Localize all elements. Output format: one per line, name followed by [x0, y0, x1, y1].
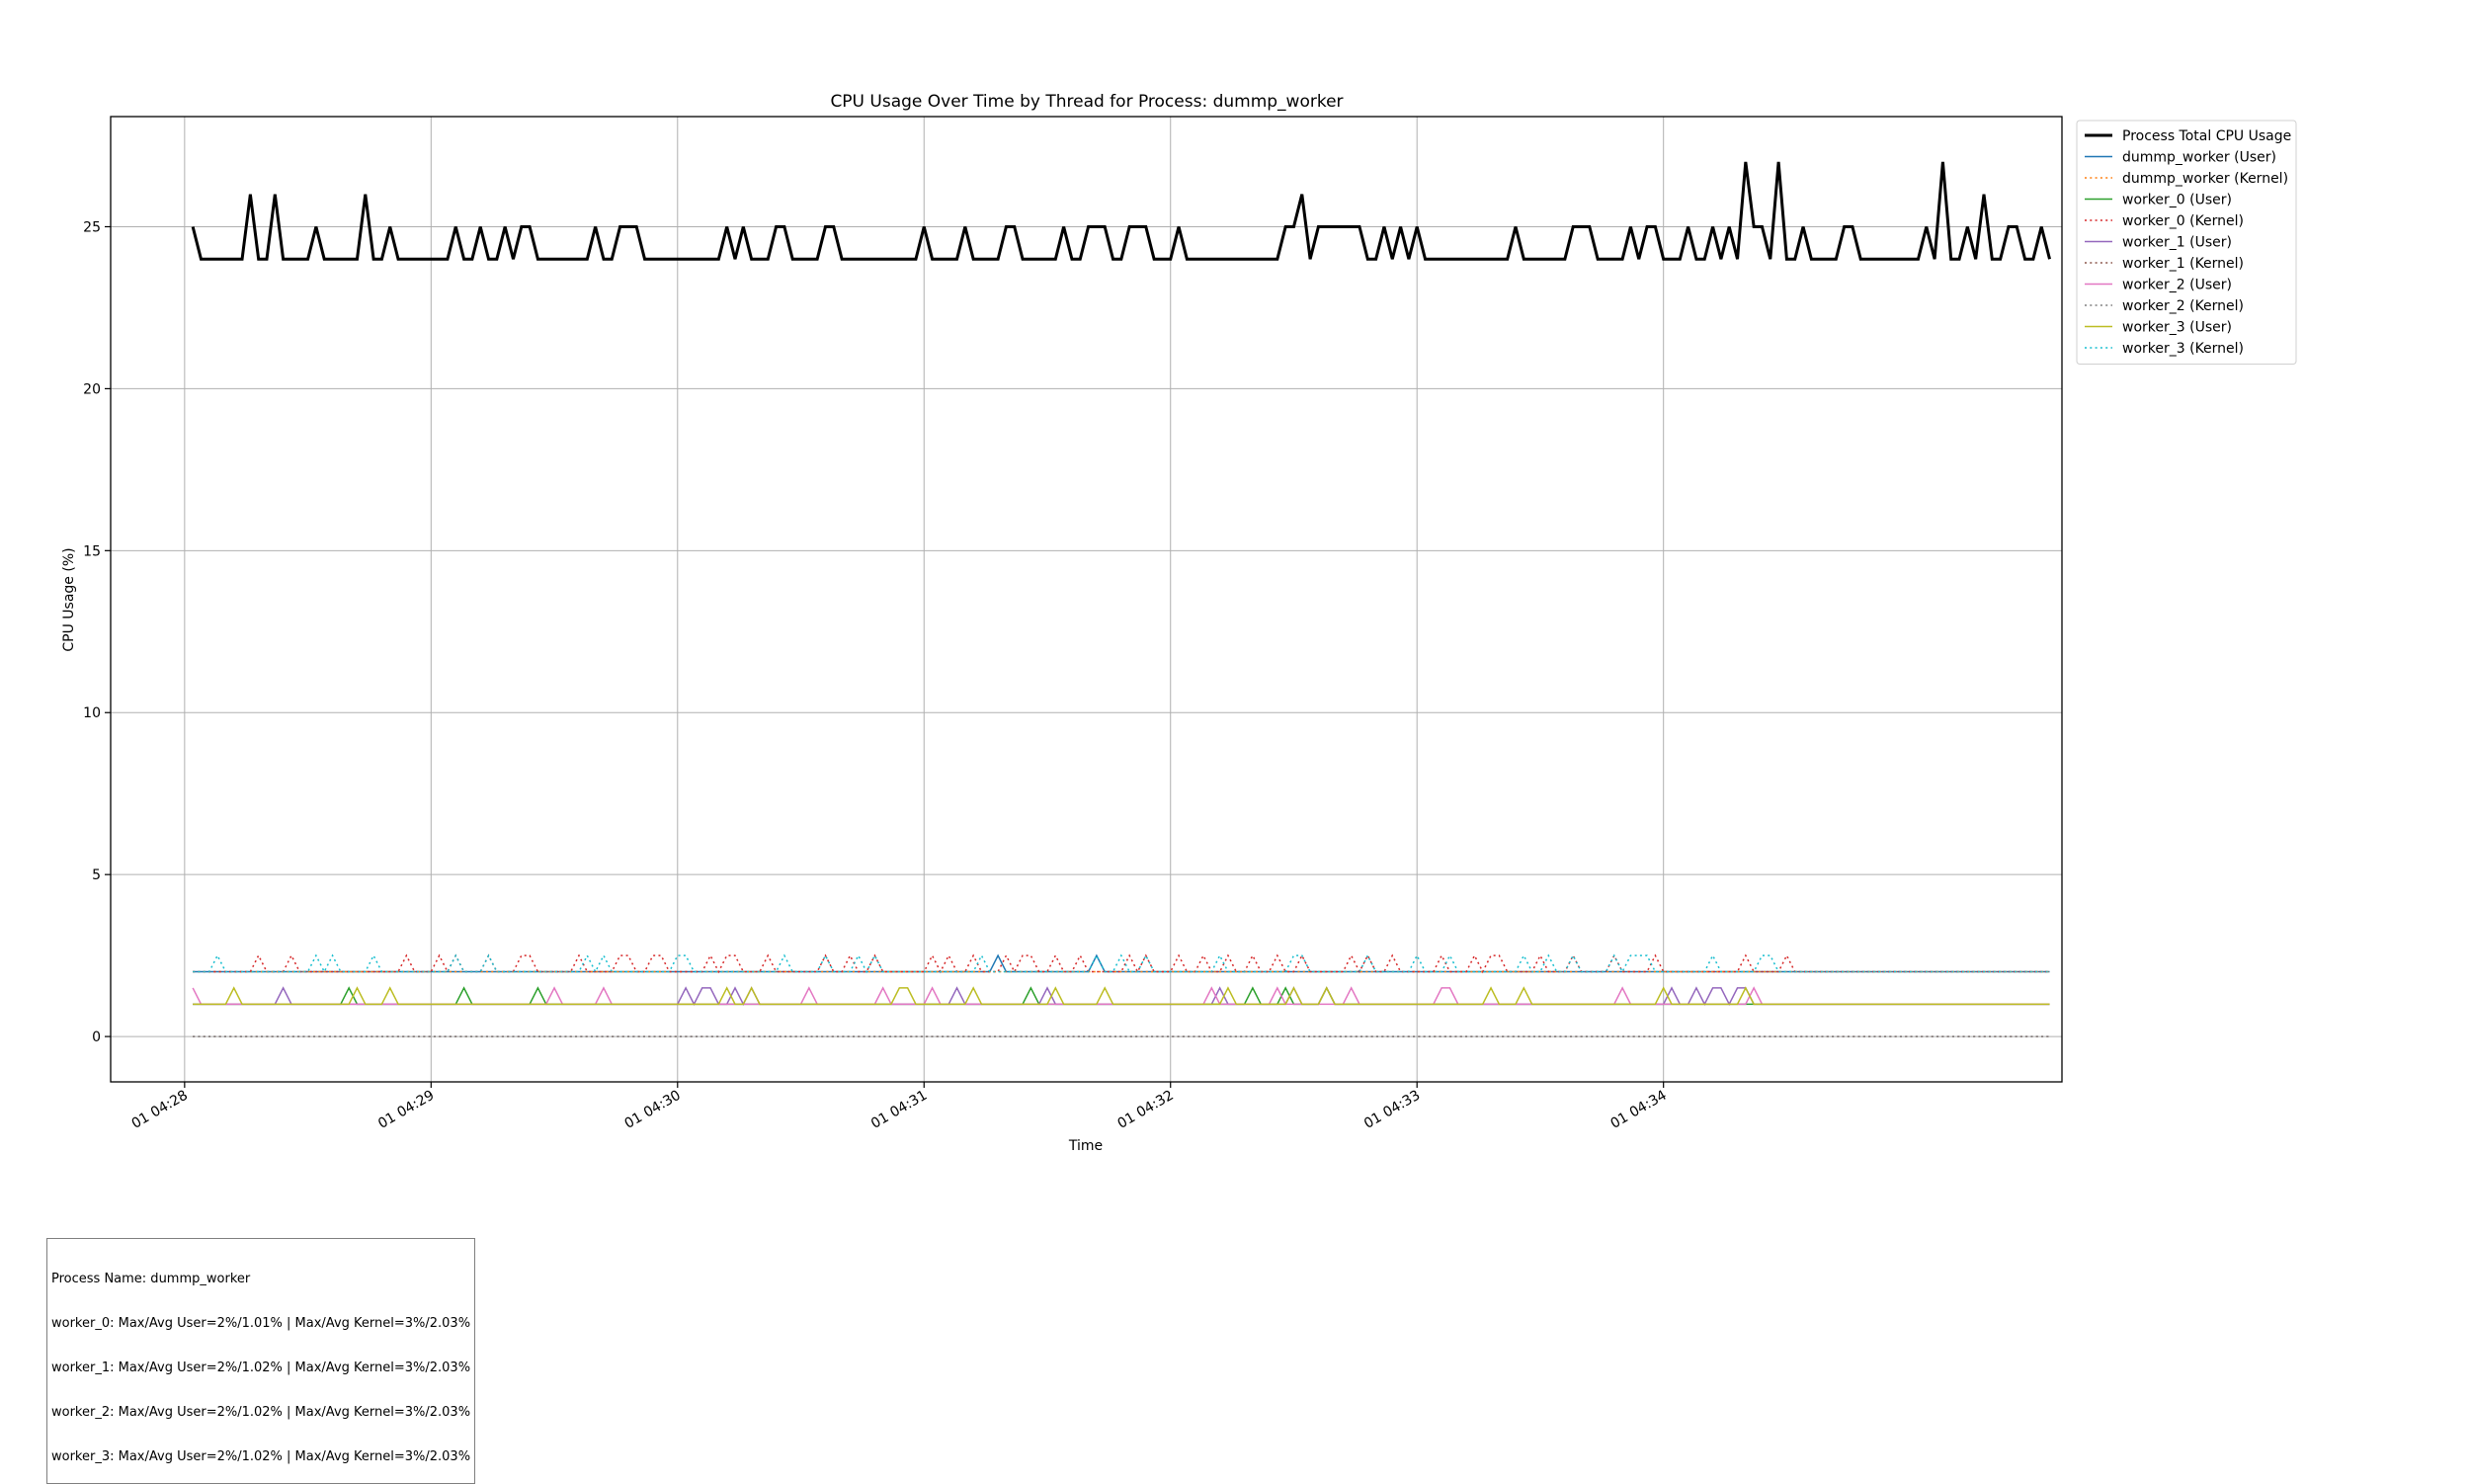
legend-label: worker_1 (User) — [2122, 235, 2232, 251]
legend-label: worker_0 (User) — [2122, 193, 2232, 208]
legend-label: worker_1 (Kernel) — [2122, 256, 2244, 272]
y-tick-label: 10 — [83, 705, 101, 721]
legend-label: worker_3 (Kernel) — [2122, 341, 2244, 357]
legend-label: worker_2 (User) — [2122, 278, 2232, 293]
worker-2-stats-line: worker_2: Max/Avg User=2%/1.02% | Max/Av… — [51, 1405, 471, 1420]
legend: Process Total CPU Usage dummp_worker (Use… — [2076, 120, 2297, 365]
legend-label: worker_0 (Kernel) — [2122, 213, 2244, 229]
y-axis-label: CPU Usage (%) — [61, 547, 77, 651]
worker-1-stats-line: worker_1: Max/Avg User=2%/1.02% | Max/Av… — [51, 1360, 471, 1375]
x-axis-label: Time — [1068, 1138, 1103, 1154]
legend-label: dummp_worker (Kernel) — [2122, 171, 2288, 187]
y-tick-label: 20 — [83, 381, 101, 397]
y-tick-label: 25 — [83, 219, 101, 235]
legend-label: worker_3 (User) — [2122, 320, 2232, 336]
y-tick-label: 5 — [92, 867, 101, 883]
worker-0-stats-line: worker_0: Max/Avg User=2%/1.01% | Max/Av… — [51, 1316, 471, 1331]
process-stats-box: Process Name: dummp_worker worker_0: Max… — [46, 1238, 476, 1484]
process-name-line: Process Name: dummp_worker — [51, 1272, 251, 1286]
legend-label: dummp_worker (User) — [2122, 150, 2276, 166]
y-tick-label: 0 — [92, 1030, 101, 1045]
chart-title: CPU Usage Over Time by Thread for Proces… — [830, 92, 1343, 112]
legend-label: worker_2 (Kernel) — [2122, 298, 2244, 314]
worker-3-stats-line: worker_3: Max/Avg User=2%/1.02% | Max/Av… — [51, 1449, 471, 1464]
y-tick-label: 15 — [83, 543, 101, 559]
cpu-usage-chart: 01 04:28 01 04:29 01 04:30 01 04:31 01 04:32… — [0, 0, 2470, 1318]
legend-label: Process Total CPU Usage — [2122, 128, 2291, 144]
